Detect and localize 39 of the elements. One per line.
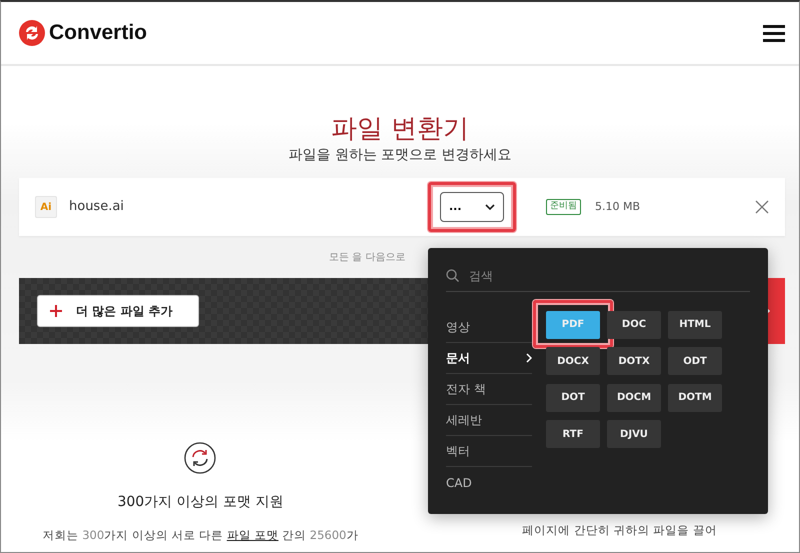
format-option[interactable]: DOT: [546, 384, 600, 412]
format-option[interactable]: DOTM: [668, 384, 722, 412]
status-badge: 준비됨: [546, 199, 581, 215]
search-field[interactable]: 검색: [467, 266, 617, 286]
convert-all-label: 모든 을 다음으로: [329, 250, 406, 265]
format-option[interactable]: DJVU: [607, 420, 661, 448]
format-option[interactable]: DOTX: [607, 347, 661, 375]
category-item[interactable]: 벡터: [446, 436, 532, 467]
category-item[interactable]: 영상: [446, 312, 532, 343]
format-option[interactable]: DOCM: [607, 384, 661, 412]
category-item[interactable]: 전자 책: [446, 374, 532, 405]
feature-description: 페이지에 간단히 귀하의 파일을 끌어: [522, 522, 717, 540]
plus-icon: [50, 305, 62, 318]
format-option[interactable]: RTF: [546, 420, 600, 448]
file-size: 5.10 MB: [594, 198, 640, 215]
page-subtitle: 파일을 원하는 포맷으로 변경하세요: [287, 146, 513, 166]
format-option[interactable]: DOC: [607, 310, 661, 338]
category-item[interactable]: CAD: [446, 467, 532, 498]
feature-description: 저회는 300가지 이상의 서로 다른 파일 포맷 간의 25600가: [42, 527, 358, 544]
search-icon: [446, 269, 459, 282]
target-format-select[interactable]: ...: [440, 192, 504, 222]
category-item[interactable]: 문서: [446, 343, 532, 374]
refresh-icon: [184, 442, 216, 474]
format-link[interactable]: 파일 포맷: [226, 528, 278, 542]
chevron-down-icon: [484, 204, 495, 210]
add-files-button[interactable]: 더 많은 파일 추가: [37, 295, 199, 328]
page-title: 파일 변환기: [330, 114, 470, 146]
category-item[interactable]: 세레반: [446, 405, 532, 436]
brand-name[interactable]: Convertio: [49, 17, 148, 49]
chevron-right-icon: [526, 353, 532, 363]
logo-icon: [19, 20, 45, 46]
menu-icon[interactable]: [763, 24, 785, 42]
format-option[interactable]: DOCX: [546, 347, 600, 375]
close-icon[interactable]: [755, 200, 769, 214]
format-option[interactable]: HTML: [668, 310, 722, 338]
format-option[interactable]: ODT: [668, 347, 722, 375]
file-name: house.ai: [69, 198, 124, 216]
file-type-badge: Ai: [35, 196, 57, 218]
feature-title: 300가지 이상의 포맷 지원: [117, 493, 284, 512]
